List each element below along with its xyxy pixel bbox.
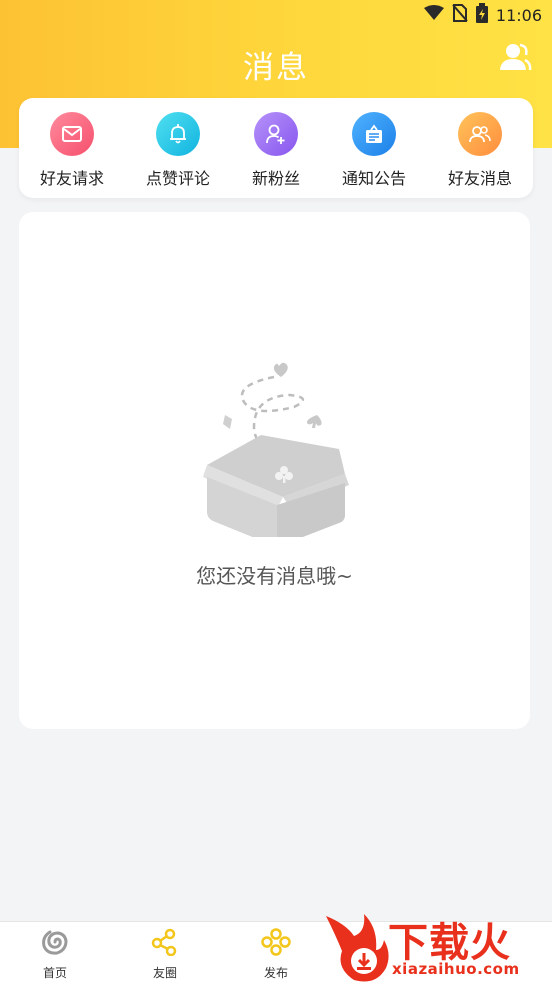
flower-icon (260, 928, 292, 960)
quick-item-friend-requests[interactable]: 好友请求 (22, 112, 122, 192)
message-list-card: 您还没有消息哦~ (19, 212, 530, 729)
notice-icon (352, 112, 396, 156)
watermark-brand-en: xiazaihuo.com (392, 960, 520, 978)
quick-item-label: 好友请求 (39, 169, 104, 188)
wifi-icon (423, 5, 444, 25)
quick-item-new-fans[interactable]: 新粉丝 (226, 112, 326, 192)
friends-icon (458, 112, 502, 156)
nav-label: 首页 (42, 966, 67, 980)
nav-label: 友圈 (152, 966, 177, 980)
quick-item-notices[interactable]: 通知公告 (324, 112, 424, 192)
nav-friends-circle[interactable]: 友圈 (125, 928, 205, 980)
swirl-icon (40, 928, 70, 960)
nav-home[interactable]: 首页 (15, 928, 95, 980)
no-sim-icon (452, 4, 468, 26)
quick-actions-card: 好友请求 点赞评论 新粉丝 通知公告 好友消息 (19, 98, 533, 198)
status-time: 11:06 (495, 5, 542, 25)
quick-item-likes-comments[interactable]: 点赞评论 (128, 112, 228, 192)
watermark-logo: 下载火 xiazaihuo.com (326, 906, 552, 983)
quick-item-label: 通知公告 (341, 169, 406, 188)
nav-publish[interactable]: 发布 (236, 928, 316, 980)
quick-item-friend-messages[interactable]: 好友消息 (430, 112, 530, 192)
quick-item-label: 新粉丝 (251, 169, 300, 188)
bell-icon (156, 112, 200, 156)
contacts-button[interactable] (498, 40, 532, 74)
contacts-icon (498, 43, 532, 78)
empty-state-text: 您还没有消息哦~ (196, 564, 353, 588)
share-icon (150, 928, 180, 960)
status-bar: 11:06 (0, 0, 552, 30)
empty-box-icon (199, 357, 359, 547)
quick-item-label: 好友消息 (447, 169, 512, 188)
nav-label: 发布 (263, 966, 288, 980)
mail-icon (50, 112, 94, 156)
battery-charging-icon (475, 3, 488, 27)
quick-item-label: 点赞评论 (145, 169, 210, 188)
page-title: 消息 (243, 50, 309, 86)
add-user-icon (254, 112, 298, 156)
